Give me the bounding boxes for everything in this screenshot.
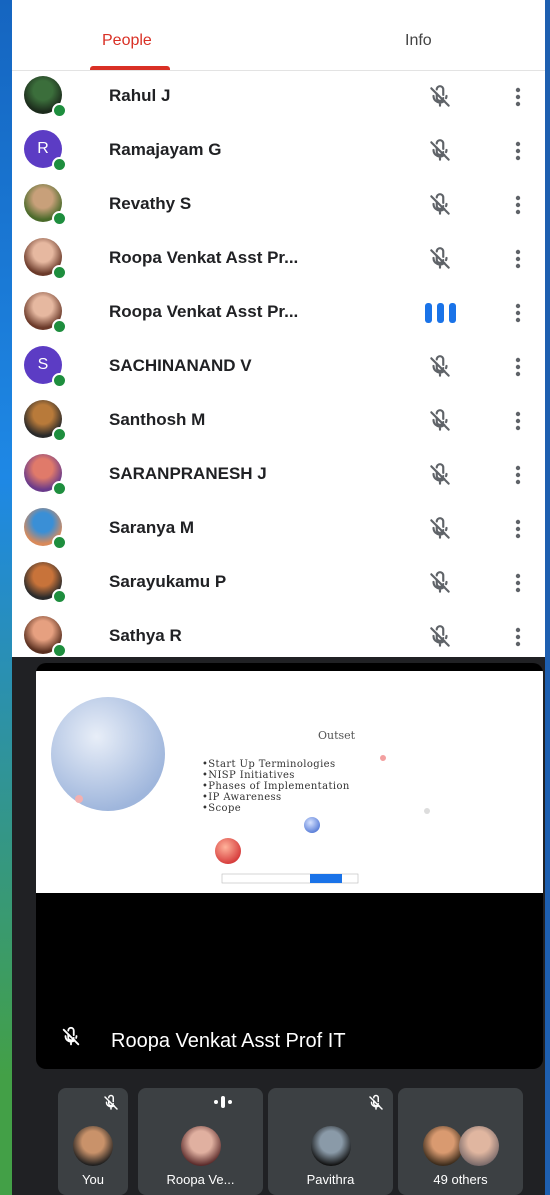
participant-name: SACHINANAND V (109, 356, 252, 375)
avatar (422, 1126, 463, 1166)
participant-thumbnail[interactable]: Pavithra (268, 1088, 393, 1195)
participant-thumbnail[interactable]: You (58, 1088, 128, 1195)
online-status-dot (52, 427, 67, 442)
slide-bullets: •Start Up Terminologies •NISP Initiative… (202, 759, 350, 814)
slide-bullet: •NISP Initiatives (202, 770, 295, 781)
speaking-indicator-icon (423, 302, 459, 324)
more-options-icon[interactable] (510, 354, 526, 380)
participant-row[interactable]: Saranya M (12, 502, 545, 556)
online-status-dot (52, 481, 67, 496)
thumbnail-label: Roopa Ve... (166, 1172, 235, 1187)
participant-row[interactable]: Roopa Venkat Asst Pr... (12, 286, 545, 340)
online-status-dot (52, 535, 67, 550)
mic-off-icon (427, 516, 453, 542)
online-status-dot (52, 211, 67, 226)
more-options-icon[interactable] (510, 462, 526, 488)
avatar (310, 1126, 351, 1166)
participant-name: Rahul J (109, 86, 171, 105)
mic-off-icon (427, 84, 453, 110)
more-options-icon[interactable] (510, 570, 526, 596)
participant-thumbnail[interactable]: 49 others (398, 1088, 523, 1195)
tab-people[interactable]: People (102, 32, 152, 50)
participant-row[interactable]: S SACHINANAND V (12, 340, 545, 394)
online-status-dot (52, 643, 67, 657)
participant-thumbnail[interactable]: Roopa Ve... (138, 1088, 263, 1195)
participant-row[interactable]: Rahul J (12, 70, 545, 124)
desktop-wallpaper (0, 0, 12, 1195)
participant-row[interactable]: R Ramajayam G (12, 124, 545, 178)
participant-name: Saranya M (109, 518, 195, 537)
mic-off-icon (427, 246, 453, 272)
mic-off-icon (427, 408, 453, 434)
mic-off-icon (427, 354, 453, 380)
mic-off-icon (102, 1094, 120, 1112)
participant-row[interactable]: Santhosh M (12, 394, 545, 448)
participant-row[interactable]: SARANPRANESH J (12, 448, 545, 502)
participant-name: Roopa Venkat Asst Pr... (109, 302, 299, 321)
participant-name: Santhosh M (109, 410, 206, 429)
participant-name: Revathy S (109, 194, 192, 213)
participant-name: SARANPRANESH J (109, 464, 267, 483)
mic-off-icon (427, 570, 453, 596)
participant-row[interactable]: Revathy S (12, 178, 545, 232)
slide-bullet: •Start Up Terminologies (202, 759, 336, 770)
online-status-dot (52, 103, 67, 118)
thumbnail-label: 49 others (433, 1172, 488, 1187)
more-options-icon[interactable] (510, 516, 526, 542)
presentation-tile[interactable]: Outset •Start Up Terminologies •NISP Ini… (36, 663, 543, 1069)
mic-off-icon (427, 624, 453, 650)
participant-name: Sarayukamu P (109, 572, 227, 591)
participant-name: Ramajayam G (109, 140, 222, 159)
shared-slide: Outset •Start Up Terminologies •NISP Ini… (36, 671, 543, 893)
mic-off-icon (427, 462, 453, 488)
more-options-icon[interactable] (510, 84, 526, 110)
more-options-icon[interactable] (510, 300, 526, 326)
participant-row[interactable]: Sathya R (12, 610, 545, 657)
avatar (458, 1126, 499, 1166)
online-status-dot (52, 157, 67, 172)
participant-row[interactable]: Roopa Venkat Asst Pr... (12, 232, 545, 286)
thumbnail-label: You (82, 1172, 104, 1187)
meeting-stage: Outset •Start Up Terminologies •NISP Ini… (12, 657, 545, 1195)
participant-name: Roopa Venkat Asst Pr... (109, 248, 299, 267)
slide-bullet: •IP Awareness (202, 792, 282, 803)
tab-info[interactable]: Info (405, 32, 432, 50)
more-options-icon[interactable] (510, 624, 526, 650)
tab-bar: People Info (12, 0, 545, 71)
presenter-name: Roopa Venkat Asst Prof IT (111, 1030, 346, 1052)
slide-bullet: •Phases of Implementation (202, 781, 350, 792)
mic-off-icon (427, 138, 453, 164)
slide-bullet: •Scope (202, 803, 242, 814)
online-status-dot (52, 319, 67, 334)
avatar (73, 1126, 113, 1166)
online-status-dot (52, 589, 67, 604)
participant-name: Sathya R (109, 626, 182, 645)
participant-row[interactable]: Sarayukamu P (12, 556, 545, 610)
thumbnail-label: Pavithra (306, 1172, 355, 1187)
mic-off-icon (62, 1026, 80, 1046)
slide-title: Outset (318, 729, 356, 742)
avatar (180, 1126, 221, 1166)
more-options-icon[interactable] (510, 246, 526, 272)
speaking-indicator-icon (213, 1094, 233, 1110)
online-status-dot (52, 265, 67, 280)
mic-off-icon (427, 192, 453, 218)
more-options-icon[interactable] (510, 408, 526, 434)
people-panel: People Info Rahul J R Ramajayam G Revathy S… (12, 0, 545, 657)
mic-off-icon (367, 1094, 385, 1112)
online-status-dot (52, 373, 67, 388)
more-options-icon[interactable] (510, 192, 526, 218)
more-options-icon[interactable] (510, 138, 526, 164)
